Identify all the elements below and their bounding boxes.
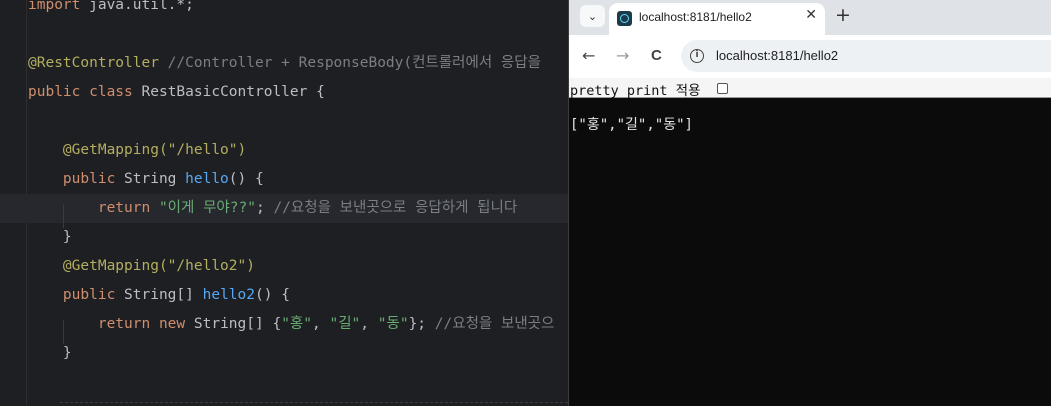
indent-guide [63,204,64,228]
code-token: , [360,316,378,332]
code-line[interactable]: return "이게 무야??"; //요청을 보낸곳으로 응답하게 됩니다 [0,194,568,223]
code-token: hello [185,171,229,187]
reload-icon[interactable]: C [651,45,662,67]
code-token: }; [408,316,435,332]
code-token: @GetMapping("/hello") [28,142,247,158]
new-tab-button[interactable]: + [835,4,851,26]
code-line[interactable]: @GetMapping("/hello") [28,136,246,165]
code-token: ; [255,200,274,216]
code-token: String[] [124,287,203,303]
code-token: () { [228,171,264,187]
code-token: //요청을 보낸곳으로 응답하게 됩니다 [273,200,518,216]
json-response: ["홍","길","동"] [570,117,693,133]
active-tab[interactable]: localhost:8181/hello2 ✕ [609,3,825,35]
pretty-print-label: pretty print 적용 [570,83,701,99]
code-line[interactable]: return new String[] {"홍", "길", "동"}; //요… [28,310,555,339]
tab-title: localhost:8181/hello2 [639,10,752,24]
forward-arrow-icon[interactable]: → [616,45,629,67]
close-icon[interactable]: ✕ [805,7,817,23]
code-line[interactable]: @GetMapping("/hello2") [28,252,255,281]
code-token: public class [28,84,142,100]
code-token: @GetMapping("/hello2") [28,258,255,274]
tab-strip: ⌄ localhost:8181/hello2 ✕ + [569,0,1051,35]
react-favicon-icon [617,11,632,26]
code-editor[interactable]: import java.util.*; @RestController //Con… [0,0,568,406]
address-bar[interactable]: i localhost:8181/hello2 [681,40,1051,72]
method-separator [60,402,568,403]
code-token: return [28,200,159,216]
code-token: java.util.*; [89,0,194,13]
code-token: import [28,0,90,13]
pretty-print-checkbox[interactable] [717,83,728,94]
code-token: public [28,287,125,303]
code-token: } [28,229,72,245]
code-line[interactable]: public String[] hello2() { [28,281,290,310]
code-token: "홍" [281,316,312,332]
code-token: "길" [329,316,361,332]
url-text[interactable]: localhost:8181/hello2 [716,48,838,63]
code-token: "이게 무야??" [158,200,256,216]
code-token: () { [255,287,290,303]
code-token: } [28,345,72,361]
code-token: public [28,171,125,187]
page-content: pretty print 적용 ["홍","길","동"] [569,78,1051,406]
code-line[interactable]: public String hello() { [28,165,264,194]
code-token: hello2 [202,287,255,303]
indent-guide [63,320,64,344]
browser-toolbar: ← → C i localhost:8181/hello2 [569,35,1051,78]
back-arrow-icon[interactable]: ← [582,45,595,67]
tab-search-button[interactable]: ⌄ [580,5,605,27]
pretty-print-bar: pretty print 적용 [569,78,1051,99]
info-icon[interactable]: i [690,49,704,63]
code-line[interactable]: @RestController //Controller + ResponseB… [28,49,541,78]
code-token: //요청을 보낸곳으 [434,316,555,332]
code-line[interactable]: import java.util.*; [28,0,194,20]
code-token: //Controller + ResponseBody(컨트롤러에서 응답을 [158,55,541,71]
code-line[interactable]: public class RestBasicController { [28,78,325,107]
code-token: RestBasicController { [141,84,325,100]
code-token: return new [28,316,194,332]
code-line[interactable]: } [28,339,72,368]
chevron-down-icon: ⌄ [587,9,598,23]
code-token: , [312,316,330,332]
code-line[interactable]: } [28,223,72,252]
code-token: "동" [377,316,409,332]
code-token: String[] { [193,316,282,332]
code-token: String [124,171,186,187]
code-token: @RestController [28,55,159,71]
browser-window: ⌄ localhost:8181/hello2 ✕ + ← → C i loca… [568,0,1051,406]
